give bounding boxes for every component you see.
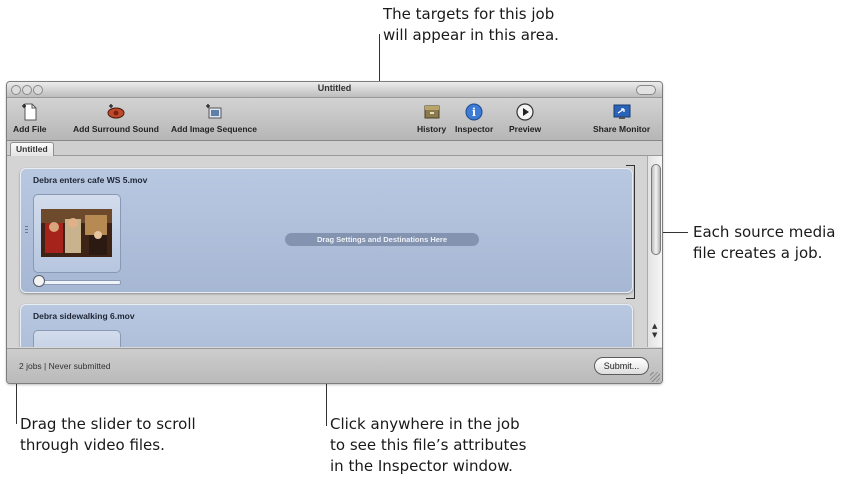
job-2-filename: Debra sidewalking 6.mov	[33, 311, 135, 321]
callout-targets-line2: will appear in this area.	[383, 26, 559, 44]
job-bracket	[634, 165, 635, 299]
callout-source-media: Each source media file creates a job.	[693, 222, 836, 264]
callout-inspector: Click anywhere in the job to see this fi…	[330, 414, 526, 477]
history-button[interactable]: History	[417, 102, 446, 134]
image-sequence-icon	[205, 104, 222, 119]
callout-inspector-line1: Click anywhere in the job	[330, 415, 520, 433]
batch-window: Untitled Add File Add Surround Sound Add…	[6, 81, 663, 384]
play-icon	[516, 103, 534, 121]
share-monitor-button[interactable]: Share Monitor	[593, 102, 650, 134]
toolbar: Add File Add Surround Sound Add Image Se…	[7, 98, 662, 141]
history-label: History	[417, 124, 447, 134]
job-2[interactable]: Debra sidewalking 6.mov	[20, 304, 633, 347]
share-monitor-icon	[613, 104, 631, 119]
scrollbar-thumb[interactable]	[651, 164, 661, 255]
add-surround-sound-label: Add Surround Sound	[73, 124, 159, 134]
callout-slider: Drag the slider to scroll through video …	[20, 414, 196, 456]
add-image-sequence-label: Add Image Sequence	[171, 124, 257, 134]
batch-tab-bar: Untitled	[7, 141, 662, 156]
toolbar-toggle-button[interactable]	[636, 85, 656, 95]
vertical-scrollbar[interactable]: ▲ ▼	[647, 156, 662, 347]
inspector-label: Inspector	[455, 124, 494, 134]
job-bracket-bottom	[626, 298, 634, 299]
callout-inspector-line2: to see this file’s attributes	[330, 436, 527, 454]
title-bar[interactable]: Untitled	[7, 82, 662, 98]
callout-targets: The targets for this job will appear in …	[383, 4, 559, 46]
callout-targets-line1: The targets for this job	[383, 5, 555, 23]
surround-sound-icon	[107, 104, 125, 119]
callout-slider-line1: Drag the slider to scroll	[20, 415, 196, 433]
video-scrub-slider-knob[interactable]	[33, 275, 45, 287]
add-file-button[interactable]: Add File	[13, 102, 47, 134]
job-1-video-thumbnail	[41, 209, 112, 257]
svg-text:i: i	[472, 106, 476, 119]
batch-area[interactable]: Debra enters cafe WS 5.mov Drag Settings…	[7, 156, 647, 347]
history-icon	[424, 105, 440, 119]
job-1-thumbnail-frame	[33, 194, 121, 273]
tab-untitled[interactable]: Untitled	[10, 142, 54, 156]
info-icon: i	[465, 103, 483, 121]
submit-button[interactable]: Submit...	[594, 357, 649, 375]
drop-target-label: Drag Settings and Destinations Here	[285, 233, 479, 246]
preview-button[interactable]: Preview	[509, 102, 541, 134]
add-file-label: Add File	[13, 124, 47, 134]
share-monitor-label: Share Monitor	[593, 124, 651, 134]
callout-slider-line2: through video files.	[20, 436, 165, 454]
callout-source-line2: file creates a job.	[693, 244, 823, 262]
video-scrub-slider-track[interactable]	[39, 280, 121, 285]
preview-label: Preview	[509, 124, 542, 134]
job-1[interactable]: Debra enters cafe WS 5.mov Drag Settings…	[20, 168, 633, 293]
add-file-icon	[21, 103, 37, 121]
window-title: Untitled	[317, 83, 352, 93]
scroll-down-arrow-icon[interactable]: ▼	[652, 332, 657, 339]
add-image-sequence-button[interactable]: Add Image Sequence	[171, 102, 257, 134]
inspector-button[interactable]: i Inspector	[455, 102, 493, 134]
job-count-status: 2 jobs | Never submitted	[19, 361, 111, 371]
add-surround-sound-button[interactable]: Add Surround Sound	[73, 102, 159, 134]
job-2-thumbnail-frame	[33, 330, 121, 347]
job-bracket-top	[626, 165, 634, 166]
job-1-filename: Debra enters cafe WS 5.mov	[33, 175, 148, 185]
callout-source-line1: Each source media	[693, 223, 836, 241]
resize-handle-icon[interactable]	[650, 372, 660, 382]
scroll-up-arrow-icon[interactable]: ▲	[652, 323, 657, 330]
video-frame-image	[41, 209, 112, 257]
drag-grip-icon[interactable]	[25, 226, 28, 235]
callout-inspector-line3: in the Inspector window.	[330, 457, 513, 475]
status-bar: 2 jobs | Never submitted Submit...	[7, 348, 662, 383]
